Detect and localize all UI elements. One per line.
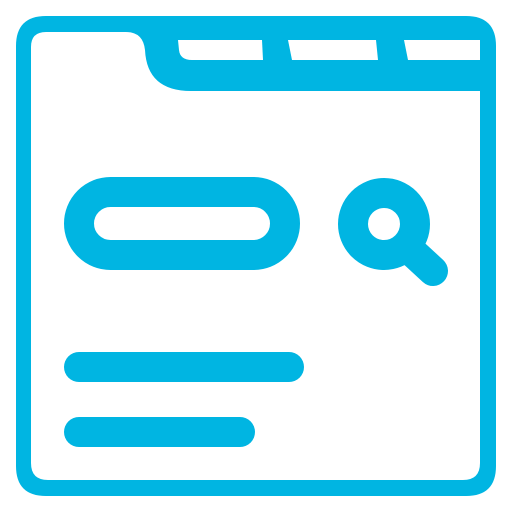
browser-search-icon	[0, 0, 512, 512]
tab-1-inner	[178, 40, 263, 60]
magnifier-handle	[392, 232, 448, 286]
search-field-icon	[64, 177, 300, 270]
tab-3-inner	[404, 40, 480, 60]
browser-search-icon-graphic	[16, 16, 496, 496]
tab-2-inner	[288, 40, 378, 60]
